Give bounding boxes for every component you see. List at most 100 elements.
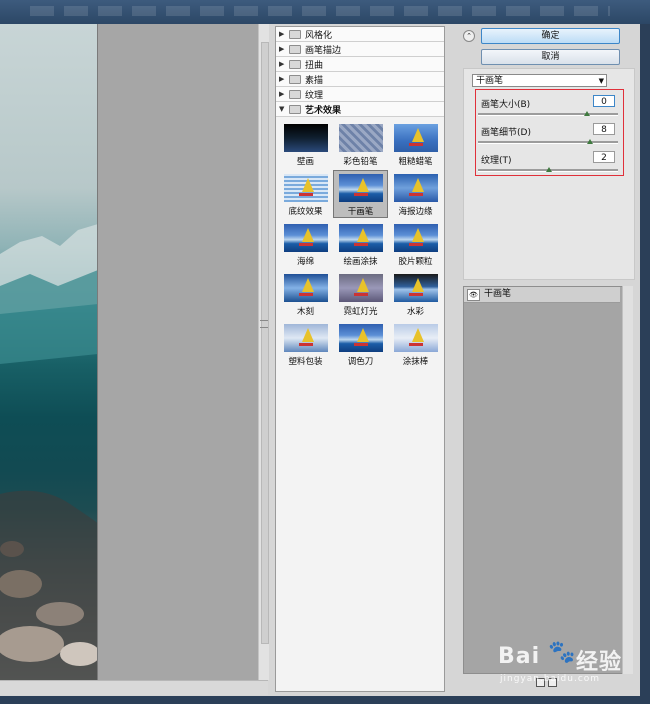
expand-triangle-icon: ▶ bbox=[279, 45, 285, 53]
filter-preview-image bbox=[283, 224, 328, 252]
effect-layer-name: 干画笔 bbox=[484, 289, 512, 299]
expand-triangle-icon: ▶ bbox=[279, 60, 285, 68]
filter-thumb-cutout[interactable]: 木刻 bbox=[278, 270, 333, 318]
baidu-watermark: Bai 🐾 经验 jingyan.baidu.com bbox=[498, 640, 648, 692]
slider-knob[interactable] bbox=[586, 139, 593, 144]
filter-category-distort[interactable]: ▶ 扭曲 bbox=[276, 57, 444, 72]
window-border-right bbox=[640, 24, 650, 704]
texture-input[interactable]: 2 bbox=[593, 151, 615, 163]
window-title-bar bbox=[0, 0, 650, 24]
filter-category-brush-strokes[interactable]: ▶ 画笔描边 bbox=[276, 42, 444, 57]
chevron-down-icon: ▼ bbox=[598, 77, 604, 85]
filter-thumb-dry-brush[interactable]: 干画笔 bbox=[333, 170, 388, 218]
filter-preview-image bbox=[283, 174, 328, 202]
slider-knob[interactable] bbox=[584, 111, 591, 116]
filter-preview-image bbox=[393, 124, 438, 152]
filter-preview-image bbox=[283, 124, 328, 152]
filter-preview-image bbox=[393, 224, 438, 252]
filter-thumb-label: 木刻 bbox=[296, 307, 314, 317]
brush-detail-input[interactable]: 8 bbox=[593, 123, 615, 135]
filter-thumb-film-grain[interactable]: 胶片颗粒 bbox=[388, 220, 443, 268]
filter-thumb-label: 涂抹棒 bbox=[402, 357, 429, 367]
filter-thumb-label: 霓虹灯光 bbox=[343, 307, 378, 317]
category-label: 艺术效果 bbox=[305, 105, 342, 116]
filter-thumb-label: 塑料包装 bbox=[288, 357, 323, 367]
brush-size-slider[interactable] bbox=[478, 111, 618, 116]
ok-button[interactable]: 确定 bbox=[481, 28, 620, 44]
category-label: 画笔描边 bbox=[305, 45, 342, 56]
brush-size-label: 画笔大小(B) bbox=[481, 100, 531, 110]
brush-detail-label: 画笔细节(D) bbox=[481, 128, 531, 138]
category-label: 素描 bbox=[305, 75, 324, 86]
category-label: 纹理 bbox=[305, 90, 324, 101]
watermark-logo-text-2: 经验 bbox=[576, 650, 623, 675]
selected-filter-label: 干画笔 bbox=[476, 76, 504, 86]
filter-thumb-smudge-stick[interactable]: 涂抹棒 bbox=[388, 320, 443, 368]
scroll-thumb[interactable] bbox=[261, 42, 269, 644]
filter-category-sketch[interactable]: ▶ 素描 bbox=[276, 72, 444, 87]
eye-icon[interactable]: 👁 bbox=[467, 289, 480, 301]
filter-thumb-colored-pencil[interactable]: 彩色铅笔 bbox=[333, 120, 388, 168]
filter-thumb-poster-edges[interactable]: 海报边缘 bbox=[388, 170, 443, 218]
filter-preview-image bbox=[338, 324, 383, 352]
layers-scrollbar[interactable] bbox=[622, 286, 633, 674]
panel-resize-grip[interactable] bbox=[260, 320, 268, 328]
folder-icon bbox=[289, 74, 301, 84]
filter-category-stylize[interactable]: ▶ 风格化 bbox=[276, 27, 444, 42]
expand-triangle-icon: ▶ bbox=[279, 30, 285, 38]
texture-slider[interactable] bbox=[478, 167, 618, 172]
filter-preview-image bbox=[338, 174, 383, 202]
watermark-logo-text: Bai bbox=[498, 644, 541, 669]
window-border-bottom bbox=[0, 696, 650, 704]
filter-thumb-underpainting[interactable]: 底纹效果 bbox=[278, 170, 333, 218]
paw-logo-icon: 🐾 bbox=[548, 640, 576, 665]
folder-icon bbox=[289, 29, 301, 39]
folder-icon bbox=[289, 89, 301, 99]
preview-horizontal-scrollbar[interactable] bbox=[0, 680, 268, 695]
filter-select-dropdown[interactable]: 干画笔 ▼ bbox=[472, 74, 607, 87]
effect-layers-panel bbox=[463, 286, 623, 674]
filter-preview-image bbox=[338, 224, 383, 252]
filter-preview-image bbox=[393, 324, 438, 352]
filter-preview-image bbox=[393, 174, 438, 202]
filter-thumb-label: 彩色铅笔 bbox=[343, 157, 378, 167]
filter-thumb-label: 干画笔 bbox=[347, 207, 374, 217]
filter-thumb-label: 海报边缘 bbox=[398, 207, 433, 217]
expand-triangle-icon: ▶ bbox=[279, 75, 285, 83]
filter-preview-image bbox=[393, 274, 438, 302]
preview-image bbox=[0, 24, 98, 680]
filter-thumb-sponge[interactable]: 海绵 bbox=[278, 220, 333, 268]
filter-thumb-paint-daubs[interactable]: 绘画涂抹 bbox=[333, 220, 388, 268]
category-label: 扭曲 bbox=[305, 60, 324, 71]
collapse-gallery-icon[interactable]: ⌃ bbox=[463, 30, 475, 42]
title-bar-menu-blur bbox=[30, 6, 610, 16]
cancel-button[interactable]: 取消 bbox=[481, 49, 620, 65]
filter-preview-image bbox=[338, 124, 383, 152]
filter-category-artistic[interactable]: ▼ 艺术效果 bbox=[276, 102, 444, 117]
watermark-url: jingyan.baidu.com bbox=[500, 674, 601, 684]
filter-category-texture[interactable]: ▶ 纹理 bbox=[276, 87, 444, 102]
filter-thumb-label: 海绵 bbox=[296, 257, 314, 267]
filter-thumb-label: 粗糙蜡笔 bbox=[398, 157, 433, 167]
slider-knob[interactable] bbox=[546, 167, 552, 172]
filter-thumb-label: 绘画涂抹 bbox=[343, 257, 378, 267]
folder-icon bbox=[289, 44, 301, 54]
filter-thumb-neon-glow[interactable]: 霓虹灯光 bbox=[333, 270, 388, 318]
preview-divider bbox=[97, 24, 98, 680]
filter-thumb-palette-knife[interactable]: 调色刀 bbox=[333, 320, 388, 368]
brush-size-input[interactable]: 0 bbox=[593, 95, 615, 107]
filter-thumb-fresco[interactable]: 壁画 bbox=[278, 120, 333, 168]
folder-icon bbox=[289, 59, 301, 69]
filter-thumb-label: 胶片颗粒 bbox=[398, 257, 433, 267]
brush-detail-slider[interactable] bbox=[478, 139, 618, 144]
filter-thumb-label: 壁画 bbox=[296, 157, 314, 167]
filter-thumb-label: 水彩 bbox=[406, 307, 424, 317]
preview-canvas[interactable] bbox=[0, 24, 258, 680]
filter-thumb-label: 底纹效果 bbox=[288, 207, 323, 217]
filter-thumb-rough-pastels[interactable]: 粗糙蜡笔 bbox=[388, 120, 443, 168]
effect-layer-row[interactable]: 👁 干画笔 bbox=[464, 287, 620, 303]
filter-thumb-watercolor[interactable]: 水彩 bbox=[388, 270, 443, 318]
filter-thumb-plastic-wrap[interactable]: 塑料包装 bbox=[278, 320, 333, 368]
preview-vertical-scrollbar[interactable] bbox=[258, 24, 269, 680]
filter-preview-image bbox=[283, 324, 328, 352]
